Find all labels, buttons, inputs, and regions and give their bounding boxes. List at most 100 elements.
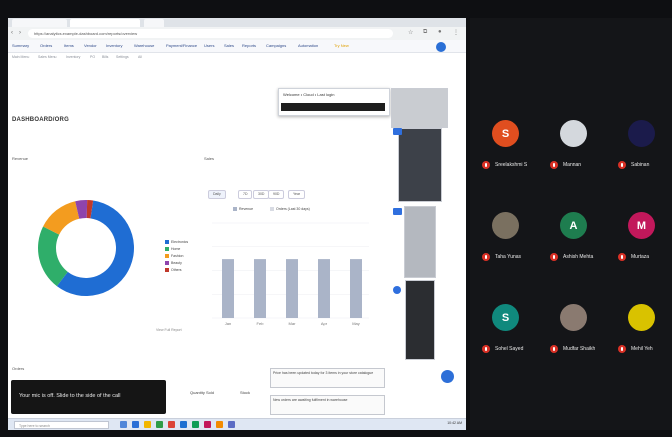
subnav-item[interactable]: Settings — [116, 55, 129, 59]
url-input[interactable]: https://analytics.example-dashboard.com/… — [28, 29, 393, 38]
star-icon[interactable]: ☆ — [408, 29, 413, 36]
app-navbar: Summary Orders Items Vendor Inventory Wa… — [8, 40, 466, 53]
column-header-quantity: Quantity Sold — [190, 390, 215, 395]
extensions-icon[interactable]: ⧉ — [423, 29, 427, 36]
chart-tab-30d[interactable]: 30D — [253, 190, 270, 199]
info-box: Price has been updated today for 3 items… — [270, 368, 385, 388]
taskbar-app-icon[interactable] — [204, 421, 211, 428]
subnav-item[interactable]: PO — [90, 55, 95, 59]
participant-tile[interactable]: Mehil Yeh — [614, 282, 672, 370]
legend-label: Others — [171, 268, 182, 272]
participant-avatar — [560, 120, 587, 147]
taskbar-app-icon[interactable] — [168, 421, 175, 428]
legend-label: Beauty — [171, 261, 182, 265]
legend-swatch — [165, 240, 169, 245]
participant-tile[interactable]: S Sohel Sayed — [478, 282, 538, 370]
sub-navbar: Main Menu Sales Menu Inventory PO Bills … — [8, 53, 466, 62]
nav-item[interactable]: Warehouse — [134, 43, 154, 48]
bar-mar[interactable] — [286, 259, 298, 318]
participant-tile[interactable]: Sabinan — [614, 98, 672, 186]
participant-avatar: S — [492, 304, 519, 331]
bar-may[interactable] — [350, 259, 362, 318]
participant-tile[interactable]: M Murtaza — [614, 190, 672, 278]
product-thumbnail[interactable] — [398, 128, 442, 202]
taskbar-app-icon[interactable] — [120, 421, 127, 428]
taskbar-app-icon[interactable] — [216, 421, 223, 428]
address-bar: ‹ › https://analytics.example-dashboard.… — [8, 27, 466, 41]
mic-muted-icon — [618, 253, 626, 261]
product-badge — [393, 286, 401, 294]
toast-text: Your mic is off. Slide to the side of th… — [19, 393, 121, 399]
participant-avatar — [560, 304, 587, 331]
nav-item-try-new[interactable]: Try New — [334, 43, 349, 48]
product-thumbnail[interactable] — [391, 88, 448, 128]
chart-tab-7d[interactable]: 7D — [238, 190, 253, 199]
subnav-item[interactable]: Main Menu — [12, 55, 29, 59]
chart-tab-90d[interactable]: 90D — [268, 190, 285, 199]
participant-tile[interactable]: Mannan — [546, 98, 606, 186]
taskbar-app-icon[interactable] — [144, 421, 151, 428]
view-full-report-link[interactable]: View Full Report — [156, 328, 182, 332]
profile-icon[interactable]: ● — [438, 29, 442, 35]
nav-item[interactable]: Campaigns — [266, 43, 286, 48]
taskbar-app-icon[interactable] — [180, 421, 187, 428]
nav-item[interactable]: Orders — [40, 43, 52, 48]
participant-name: Sohel Sayed — [495, 346, 524, 352]
subnav-item[interactable]: Sales Menu — [38, 55, 56, 59]
nav-item[interactable]: Users — [204, 43, 214, 48]
subnav-item[interactable]: All — [138, 55, 142, 59]
legend-label: Fashion — [171, 254, 184, 258]
browser-tab-active[interactable] — [70, 19, 140, 27]
x-tick-label: Mar — [289, 321, 297, 326]
taskbar-app-icon[interactable] — [132, 421, 139, 428]
participant-name: Ashish Mehta — [563, 254, 594, 260]
participant-avatar: S — [492, 120, 519, 147]
os-taskbar: Type here to search 10:42 AM — [8, 418, 466, 430]
participant-tile[interactable]: A Ashish Mehta — [546, 190, 606, 278]
legend-label: Electronics — [171, 240, 189, 244]
pie-legend-item: Beauty — [165, 261, 182, 266]
subnav-item[interactable]: Bills — [102, 55, 108, 59]
bar-jan[interactable] — [222, 259, 234, 318]
nav-item[interactable]: Sales — [224, 43, 234, 48]
subnav-item[interactable]: Inventory — [66, 55, 80, 59]
info-box: New orders are awaiting fulfilment in wa… — [270, 395, 385, 415]
back-icon[interactable]: ‹ — [11, 30, 13, 36]
forward-icon[interactable]: › — [19, 30, 21, 36]
donut-chart — [38, 200, 135, 296]
nav-item[interactable]: Vendor — [84, 43, 97, 48]
participant-name: Sabinan — [631, 162, 650, 168]
product-thumbnail[interactable] — [405, 280, 435, 360]
nav-item[interactable]: Inventory — [106, 43, 122, 48]
donut-slice-home[interactable] — [38, 226, 68, 287]
nav-item[interactable]: Payment/Finance — [166, 43, 197, 48]
chat-fab-button[interactable] — [441, 370, 454, 383]
mic-muted-icon — [550, 161, 558, 169]
legend-swatch — [165, 261, 169, 266]
nav-item[interactable]: Items — [64, 43, 74, 48]
menu-icon[interactable]: ⋮ — [453, 29, 459, 36]
nav-item[interactable]: Reports — [242, 43, 256, 48]
product-thumbnail[interactable] — [404, 206, 436, 278]
mic-muted-icon — [482, 345, 490, 353]
new-tab-button[interactable] — [144, 19, 164, 27]
chart-tab-year[interactable]: Year — [288, 190, 306, 199]
participant-tile[interactable]: S Sreelakshmi S — [478, 98, 538, 186]
taskbar-app-icon[interactable] — [192, 421, 199, 428]
pie-legend-item: Fashion — [165, 254, 184, 259]
taskbar-search-input[interactable]: Type here to search — [14, 421, 109, 429]
bar-feb[interactable] — [254, 259, 266, 318]
participant-tile[interactable]: Taha Yunas — [478, 190, 538, 278]
taskbar-app-icon[interactable] — [156, 421, 163, 428]
legend-swatch — [165, 268, 169, 273]
participant-tile[interactable]: Mudfar Shaikh — [546, 282, 606, 370]
nav-item[interactable]: Summary — [12, 43, 29, 48]
meeting-participants-panel: S Sreelakshmi S Mannan Sabinan Taha Yunas A As… — [470, 18, 672, 430]
pie-legend-item: Home — [165, 247, 180, 252]
user-avatar[interactable] — [436, 42, 446, 52]
bar-apr[interactable] — [318, 259, 330, 318]
browser-tab[interactable] — [12, 19, 67, 27]
taskbar-app-icon[interactable] — [228, 421, 235, 428]
nav-item[interactable]: Automation — [298, 43, 318, 48]
chart-tab-daily[interactable]: Daily — [208, 190, 226, 199]
